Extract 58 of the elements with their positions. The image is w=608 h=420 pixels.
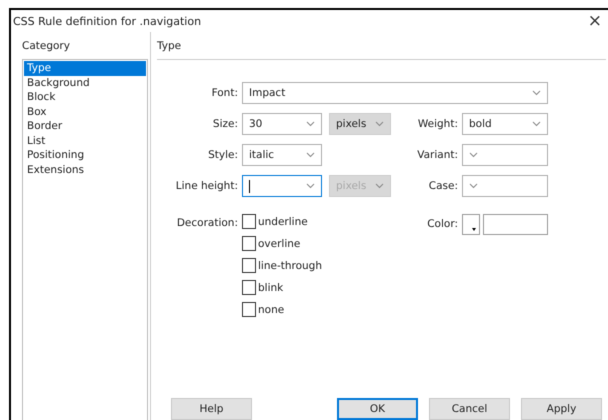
select-value: Impact (249, 87, 286, 99)
text-cursor (249, 180, 250, 192)
color-field[interactable] (482, 214, 548, 235)
checkbox[interactable] (242, 214, 256, 229)
caret-icon (306, 121, 315, 127)
checkbox[interactable] (242, 258, 256, 273)
unit-dropdown[interactable]: pixels (329, 113, 391, 135)
checkbox-label: underline (258, 216, 308, 228)
size-dropdown[interactable]: 30 (242, 113, 322, 135)
field-label: Case: (428, 180, 458, 192)
checkbox-label: line-through (258, 260, 322, 272)
field-label: Weight: (416, 118, 458, 130)
caret-icon (469, 183, 478, 189)
style-dropdown[interactable]: italic (242, 144, 322, 166)
color-picker[interactable] (462, 214, 480, 235)
checkbox[interactable] (242, 280, 256, 295)
caret-icon (306, 183, 315, 189)
caret-icon (306, 152, 315, 158)
dialog-button[interactable]: OK (337, 398, 418, 420)
category-item[interactable]: Positioning (24, 148, 146, 162)
category-item[interactable]: List (24, 134, 146, 148)
category-item[interactable]: Extensions (24, 162, 146, 177)
field-label: Size: (212, 118, 238, 130)
checkbox[interactable] (242, 236, 256, 251)
category-item[interactable]: Block (24, 90, 146, 104)
caret-icon (532, 90, 541, 96)
checkbox-label: blink (258, 282, 284, 294)
select-value: pixels (336, 118, 366, 130)
caret-icon (375, 183, 384, 189)
dialog-button[interactable]: Help (171, 398, 252, 420)
line-height-dropdown[interactable] (242, 175, 322, 197)
panel-title: Type (157, 40, 182, 52)
field-label: Color: (426, 218, 458, 230)
field-label: Font: (210, 87, 238, 99)
field-label: Decoration: (176, 217, 238, 229)
category-item[interactable]: Box (24, 104, 146, 119)
window-title: CSS Rule definition for .navigation (13, 14, 202, 28)
checkbox[interactable] (242, 302, 256, 317)
dialog-button[interactable]: Cancel (429, 398, 510, 420)
field-label: Style: (207, 149, 238, 161)
category-item[interactable]: Border (24, 119, 146, 134)
caret-icon (532, 121, 541, 127)
checkbox-label: none (258, 304, 284, 316)
weight-dropdown[interactable]: bold (462, 113, 548, 135)
close-button[interactable]: × (588, 11, 604, 31)
dialog-button[interactable]: Apply (521, 398, 602, 420)
select-value: bold (469, 118, 492, 130)
field-label: Variant: (416, 149, 458, 161)
field-label: Line height: (174, 180, 238, 192)
caret-icon (469, 152, 478, 158)
select-value: italic (249, 149, 274, 161)
category-item[interactable]: Background (24, 76, 146, 90)
category-heading: Category (22, 40, 70, 52)
checkbox-label: overline (258, 238, 300, 250)
caret-icon (375, 121, 384, 127)
select-value: 30 (249, 118, 262, 130)
font-dropdown[interactable]: Impact (242, 82, 548, 104)
category-item[interactable]: Type (24, 61, 146, 76)
